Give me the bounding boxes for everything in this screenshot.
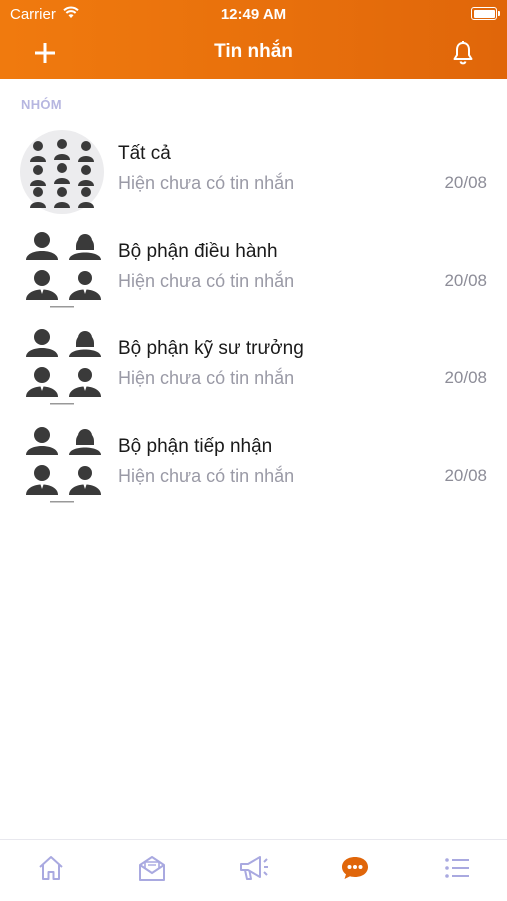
list-icon <box>445 858 469 878</box>
message-preview: Hiện chưa có tin nhắn <box>118 466 295 486</box>
plus-icon <box>35 43 55 63</box>
group-name: Bộ phận điều hành <box>118 241 278 262</box>
group-row-management[interactable]: Bộ phận điều hành Hiện chưa có tin nhắn … <box>0 218 507 314</box>
message-preview: Hiện chưa có tin nhắn <box>118 173 295 193</box>
group-row-chief-engineer[interactable]: Bộ phận kỹ sư trưởng Hiện chưa có tin nh… <box>0 315 507 411</box>
nav-bar: Tin nhắn <box>0 28 507 79</box>
page-title: Tin nhắn <box>214 41 293 62</box>
message-preview: Hiện chưa có tin nhắn <box>118 271 295 291</box>
message-date: 20/08 <box>444 466 487 485</box>
message-date: 20/08 <box>444 271 487 290</box>
chat-bubble-icon <box>342 857 368 879</box>
section-label-groups: NHÓM <box>21 97 62 112</box>
group-avatar <box>20 228 104 312</box>
megaphone-icon <box>240 856 268 880</box>
notification-button[interactable] <box>448 38 478 68</box>
group-avatar <box>20 423 104 507</box>
add-button[interactable] <box>30 38 60 68</box>
tab-messages[interactable] <box>337 853 373 885</box>
home-icon <box>39 856 63 880</box>
tab-menu[interactable] <box>439 853 475 885</box>
message-date: 20/08 <box>444 173 487 192</box>
tab-mail[interactable] <box>134 853 170 885</box>
battery-icon <box>471 7 500 20</box>
status-bar: Carrier 12:49 AM <box>0 0 507 28</box>
bell-icon <box>453 41 473 65</box>
group-name: Bộ phận tiếp nhận <box>118 436 273 457</box>
message-date: 20/08 <box>444 368 487 387</box>
message-preview: Hiện chưa có tin nhắn <box>118 368 295 388</box>
tab-bar <box>0 839 507 901</box>
group-name: Bộ phận kỹ sư trưởng <box>118 338 304 359</box>
header: Carrier 12:49 AM Tin nhắn <box>0 0 507 79</box>
group-name: Tất cả <box>118 143 171 164</box>
clock: 12:49 AM <box>220 6 287 23</box>
group-row-all[interactable]: Tất cả Hiện chưa có tin nhắn 20/08 <box>0 120 507 216</box>
tab-announcements[interactable] <box>236 853 272 885</box>
group-avatar <box>20 130 104 214</box>
tab-home[interactable] <box>33 853 69 885</box>
group-avatar <box>20 325 104 409</box>
envelope-icon <box>139 856 165 881</box>
group-row-reception[interactable]: Bộ phận tiếp nhận Hiện chưa có tin nhắn … <box>0 413 507 509</box>
